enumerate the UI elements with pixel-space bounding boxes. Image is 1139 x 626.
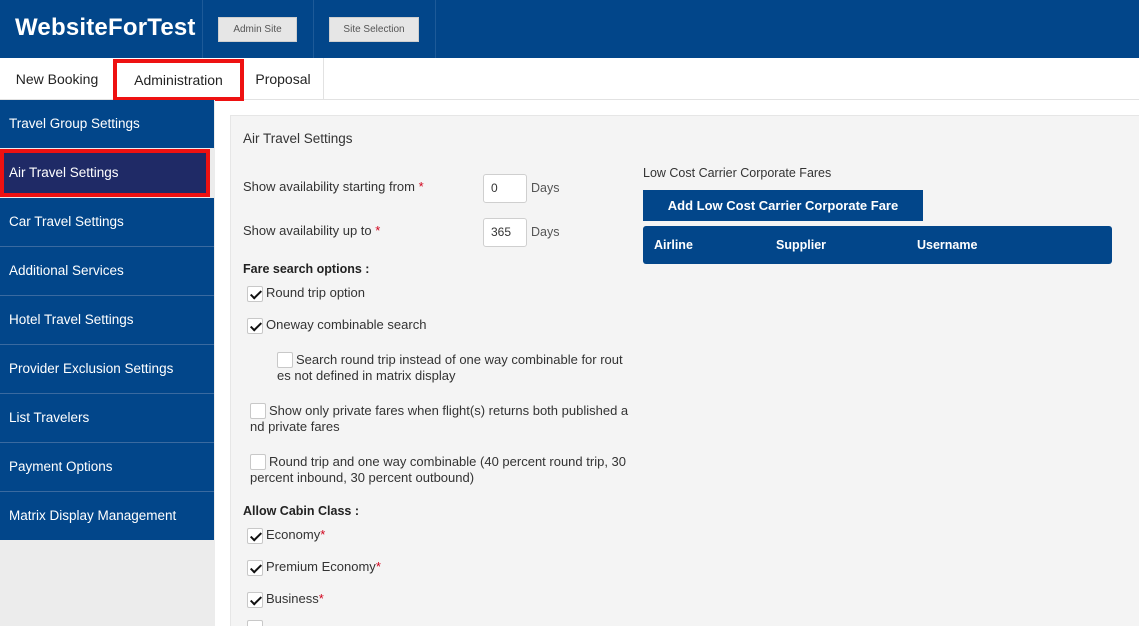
- sidebar-item-additional-services[interactable]: Additional Services: [0, 247, 214, 295]
- top-header: WebsiteForTest Admin Site Site Selection: [0, 0, 1139, 58]
- availability-to-label: Show availability up to *: [243, 223, 381, 238]
- round-trip-label: Round trip option: [266, 285, 366, 300]
- tab-proposal[interactable]: Proposal: [244, 58, 322, 100]
- brand-logo-text[interactable]: WebsiteForTest: [15, 14, 196, 42]
- header-divider: [313, 0, 314, 58]
- search-round-trip-instead-label: es not defined in matrix display: [277, 368, 456, 383]
- first-class-checkbox-partial[interactable]: [247, 620, 263, 626]
- business-checkbox[interactable]: [247, 592, 263, 608]
- column-header-username[interactable]: Username: [917, 226, 977, 264]
- private-fares-label: nd private fares: [250, 419, 340, 434]
- header-divider: [202, 0, 203, 58]
- round-trip-one-way-combinable-checkbox[interactable]: [250, 454, 266, 470]
- main-tabs: New Booking Administration Proposal: [0, 58, 1139, 101]
- column-header-airline[interactable]: Airline: [654, 226, 693, 264]
- oneway-combinable-checkbox[interactable]: [247, 318, 263, 334]
- lcc-section-title: Low Cost Carrier Corporate Fares: [643, 166, 832, 180]
- availability-from-label: Show availability starting from *: [243, 179, 424, 194]
- sidebar-item-travel-group-settings[interactable]: Travel Group Settings: [0, 100, 214, 148]
- sidebar-item-car-travel-settings[interactable]: Car Travel Settings: [0, 198, 214, 246]
- availability-from-unit: Days: [531, 181, 560, 195]
- business-label: Business*: [266, 591, 324, 606]
- sidebar-item-provider-exclusion-settings[interactable]: Provider Exclusion Settings: [0, 345, 214, 393]
- sidebar-item-payment-options[interactable]: Payment Options: [0, 443, 214, 491]
- add-lcc-fare-button[interactable]: Add Low Cost Carrier Corporate Fare: [643, 190, 923, 221]
- site-selection-button[interactable]: Site Selection: [329, 17, 419, 42]
- sidebar-item-hotel-travel-settings[interactable]: Hotel Travel Settings: [0, 296, 214, 344]
- column-header-supplier[interactable]: Supplier: [776, 226, 826, 264]
- search-round-trip-instead-label: Search round trip instead of one way com…: [296, 352, 623, 367]
- cabin-class-heading: Allow Cabin Class :: [243, 504, 359, 518]
- round-trip-one-way-combinable-label: Round trip and one way combinable (40 pe…: [269, 454, 626, 469]
- round-trip-checkbox[interactable]: [247, 286, 263, 302]
- admin-site-button[interactable]: Admin Site: [218, 17, 297, 42]
- economy-label: Economy*: [266, 527, 326, 542]
- premium-economy-label: Premium Economy*: [266, 559, 381, 574]
- sidebar-item-air-travel-settings[interactable]: Air Travel Settings: [0, 149, 210, 197]
- round-trip-one-way-combinable-label: percent inbound, 30 percent outbound): [250, 470, 475, 485]
- oneway-combinable-label: Oneway combinable search: [266, 317, 427, 332]
- private-fares-label: Show only private fares when flight(s) r…: [269, 403, 629, 418]
- availability-from-input[interactable]: 0: [483, 174, 527, 203]
- tab-administration[interactable]: Administration: [113, 59, 244, 101]
- lcc-table-header: Airline Supplier Username: [643, 226, 1112, 264]
- availability-to-unit: Days: [531, 225, 560, 239]
- economy-checkbox[interactable]: [247, 528, 263, 544]
- page-title: Air Travel Settings: [243, 131, 353, 146]
- sidebar-item-list-travelers[interactable]: List Travelers: [0, 394, 214, 442]
- availability-to-input[interactable]: 365: [483, 218, 527, 247]
- tab-divider: [323, 58, 324, 100]
- search-round-trip-instead-checkbox[interactable]: [277, 352, 293, 368]
- header-divider: [435, 0, 436, 58]
- premium-economy-checkbox[interactable]: [247, 560, 263, 576]
- fare-search-heading: Fare search options :: [243, 262, 370, 276]
- tab-new-booking[interactable]: New Booking: [0, 58, 114, 100]
- sidebar-item-matrix-display-management[interactable]: Matrix Display Management: [0, 492, 214, 540]
- private-fares-checkbox[interactable]: [250, 403, 266, 419]
